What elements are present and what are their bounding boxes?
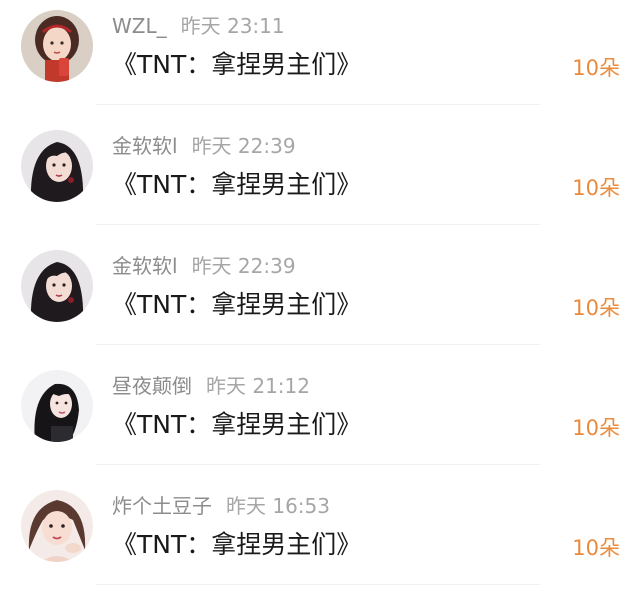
- username[interactable]: 炸个土豆子: [112, 494, 212, 518]
- avatar[interactable]: [21, 10, 93, 82]
- username[interactable]: 昼夜颠倒: [112, 374, 192, 398]
- avatar[interactable]: [21, 130, 93, 202]
- book-title[interactable]: 《TNT：拿捏男主们》: [112, 168, 361, 202]
- list-item[interactable]: 炸个土豆子 昨天 16:53 《TNT：拿捏男主们》 10朵: [0, 480, 640, 589]
- gift-count: 10朵: [572, 536, 620, 560]
- username[interactable]: WZL_: [112, 14, 167, 38]
- list-item[interactable]: WZL_ 昨天 23:11 《TNT：拿捏男主们》 10朵: [0, 0, 640, 120]
- gift-count: 10朵: [572, 56, 620, 80]
- timestamp: 昨天 22:39: [191, 254, 296, 278]
- username[interactable]: 金软软l: [112, 254, 178, 278]
- comment-meta: 昼夜颠倒 昨天 21:12: [112, 372, 310, 400]
- gift-count: 10朵: [572, 296, 620, 320]
- avatar-illustration-icon: [21, 370, 93, 442]
- avatar-illustration-icon: [21, 10, 93, 82]
- comment-meta: 金软软l 昨天 22:39: [112, 132, 296, 160]
- book-title[interactable]: 《TNT：拿捏男主们》: [112, 48, 361, 82]
- book-title[interactable]: 《TNT：拿捏男主们》: [112, 408, 361, 442]
- timestamp: 昨天 16:53: [226, 494, 330, 518]
- timestamp: 昨天 22:39: [191, 134, 296, 158]
- divider: [96, 224, 540, 225]
- list-item[interactable]: 金软软l 昨天 22:39 《TNT：拿捏男主们》 10朵: [0, 240, 640, 360]
- comment-meta: 金软软l 昨天 22:39: [112, 252, 296, 280]
- comment-meta: WZL_ 昨天 23:11: [112, 12, 285, 40]
- divider: [96, 584, 540, 585]
- avatar[interactable]: [21, 370, 93, 442]
- divider: [96, 464, 540, 465]
- book-title[interactable]: 《TNT：拿捏男主们》: [112, 288, 361, 322]
- gift-count: 10朵: [572, 176, 620, 200]
- list-item[interactable]: 昼夜颠倒 昨天 21:12 《TNT：拿捏男主们》 10朵: [0, 360, 640, 480]
- list-item[interactable]: 金软软l 昨天 22:39 《TNT：拿捏男主们》 10朵: [0, 120, 640, 240]
- username[interactable]: 金软软l: [112, 134, 178, 158]
- avatar[interactable]: [21, 490, 93, 562]
- avatar-illustration-icon: [21, 250, 93, 322]
- divider: [96, 344, 540, 345]
- avatar-illustration-icon: [21, 130, 93, 202]
- comment-meta: 炸个土豆子 昨天 16:53: [112, 492, 330, 520]
- gift-count: 10朵: [572, 416, 620, 440]
- timestamp: 昨天 23:11: [180, 14, 285, 38]
- avatar-illustration-icon: [21, 490, 93, 562]
- book-title[interactable]: 《TNT：拿捏男主们》: [112, 528, 361, 562]
- gift-list: WZL_ 昨天 23:11 《TNT：拿捏男主们》 10朵 金软软l 昨天 22:3…: [0, 0, 640, 589]
- timestamp: 昨天 21:12: [206, 374, 310, 398]
- avatar[interactable]: [21, 250, 93, 322]
- divider: [96, 104, 540, 105]
